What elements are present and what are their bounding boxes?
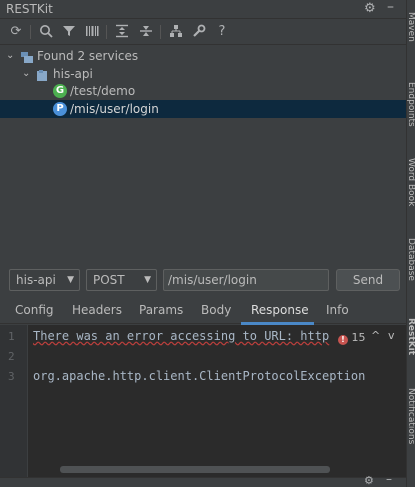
method-select[interactable]: POST ▼ (86, 269, 157, 291)
horizontal-scrollbar[interactable] (60, 466, 330, 473)
restkit-tool-window: RESTKit ⚙ – ⟳ ? ⌄ Found 2 services ⌄ his… (0, 0, 415, 487)
notifications-tool-tab[interactable]: Notifications (407, 388, 415, 444)
database-tool-tab[interactable]: Database (407, 238, 415, 281)
right-tool-strip: Maven Endpoints Word Book Database RestK… (406, 0, 415, 487)
refresh-icon[interactable]: ⟳ (8, 24, 24, 40)
post-method-badge: P (53, 102, 67, 116)
line-number: 1 (8, 330, 15, 343)
expand-all-icon[interactable] (114, 24, 130, 40)
endpoints-tool-tab[interactable]: Endpoints (407, 82, 415, 127)
sitemap-icon[interactable] (168, 24, 184, 40)
restkit-tool-tab[interactable]: RestKit (407, 318, 415, 355)
tab-headers[interactable]: Headers (72, 303, 122, 317)
services-tree: ⌄ Found 2 services ⌄ his-api G /test/dem… (0, 46, 406, 266)
error-indicator[interactable]: ! 15 (338, 331, 366, 345)
method-select-value: POST (93, 273, 125, 287)
gear-icon[interactable]: ⚙ (364, 1, 376, 16)
line-number: 3 (8, 370, 15, 383)
tree-endpoint-row-selected[interactable]: P /mis/user/login (0, 100, 406, 118)
toolbar-separator (106, 25, 107, 39)
collapse-all-icon[interactable] (138, 24, 154, 40)
tab-params[interactable]: Params (139, 303, 183, 317)
request-controls: his-api ▼ POST ▼ /mis/user/login Send (0, 266, 406, 294)
tree-root-label: Found 2 services (37, 49, 139, 63)
service-select[interactable]: his-api ▼ (9, 269, 80, 291)
help-icon[interactable]: ? (214, 24, 230, 40)
tree-service-row[interactable]: ⌄ his-api (0, 65, 406, 83)
endpoint-path: /test/demo (70, 84, 136, 98)
tree-endpoint-row[interactable]: G /test/demo (0, 82, 406, 100)
toolbar: ⟳ ? (0, 20, 406, 45)
next-error-icon[interactable]: v (388, 329, 395, 342)
send-button[interactable]: Send (336, 269, 400, 291)
window-title: RESTKit (6, 2, 53, 16)
chevron-down-icon[interactable]: ⌄ (22, 65, 30, 83)
search-icon[interactable] (38, 24, 54, 40)
minimize-icon[interactable]: – (386, 472, 392, 486)
settings-wrench-icon[interactable] (191, 24, 207, 40)
previous-error-icon[interactable]: ^ (371, 329, 380, 342)
minimize-icon[interactable]: – (387, 0, 394, 15)
services-folder-icon (21, 50, 33, 63)
get-method-badge: G (53, 84, 67, 98)
tree-service-label: his-api (53, 67, 93, 81)
filter-icon[interactable] (61, 24, 77, 40)
error-icon: ! (338, 335, 348, 345)
service-select-value: his-api (16, 273, 56, 287)
title-bar: RESTKit ⚙ – (0, 0, 406, 19)
tree-root-row[interactable]: ⌄ Found 2 services (0, 47, 406, 65)
code-line: There was an error accessing to URL: htt… (33, 329, 330, 343)
module-icon (37, 68, 49, 81)
tab-bar: Config Headers Params Body Response Info (0, 298, 406, 324)
toolbar-separator (30, 25, 31, 39)
tab-body[interactable]: Body (201, 303, 231, 317)
response-editor[interactable]: 1 2 3 There was an error accessing to UR… (0, 325, 406, 477)
bottom-bar: ⚙ – (0, 472, 406, 487)
code-line: org.apache.http.client.ClientProtocolExc… (33, 369, 366, 383)
endpoint-path: /mis/user/login (70, 102, 159, 116)
tab-info[interactable]: Info (326, 303, 349, 317)
url-input[interactable]: /mis/user/login (163, 269, 329, 291)
maven-tool-tab[interactable]: Maven (407, 12, 415, 42)
word-book-tool-tab[interactable]: Word Book (407, 158, 415, 206)
dropdown-arrow-icon: ▼ (144, 275, 151, 285)
barcode-icon[interactable] (84, 24, 100, 40)
chevron-down-icon[interactable]: ⌄ (6, 47, 14, 65)
line-number: 2 (8, 350, 15, 363)
tab-response[interactable]: Response (251, 303, 309, 317)
gear-icon[interactable]: ⚙ (364, 474, 374, 487)
error-count: 15 (351, 331, 366, 344)
tab-config[interactable]: Config (15, 303, 54, 317)
toolbar-separator (160, 25, 161, 39)
dropdown-arrow-icon: ▼ (67, 275, 74, 285)
line-number-gutter: 1 2 3 (0, 325, 28, 477)
